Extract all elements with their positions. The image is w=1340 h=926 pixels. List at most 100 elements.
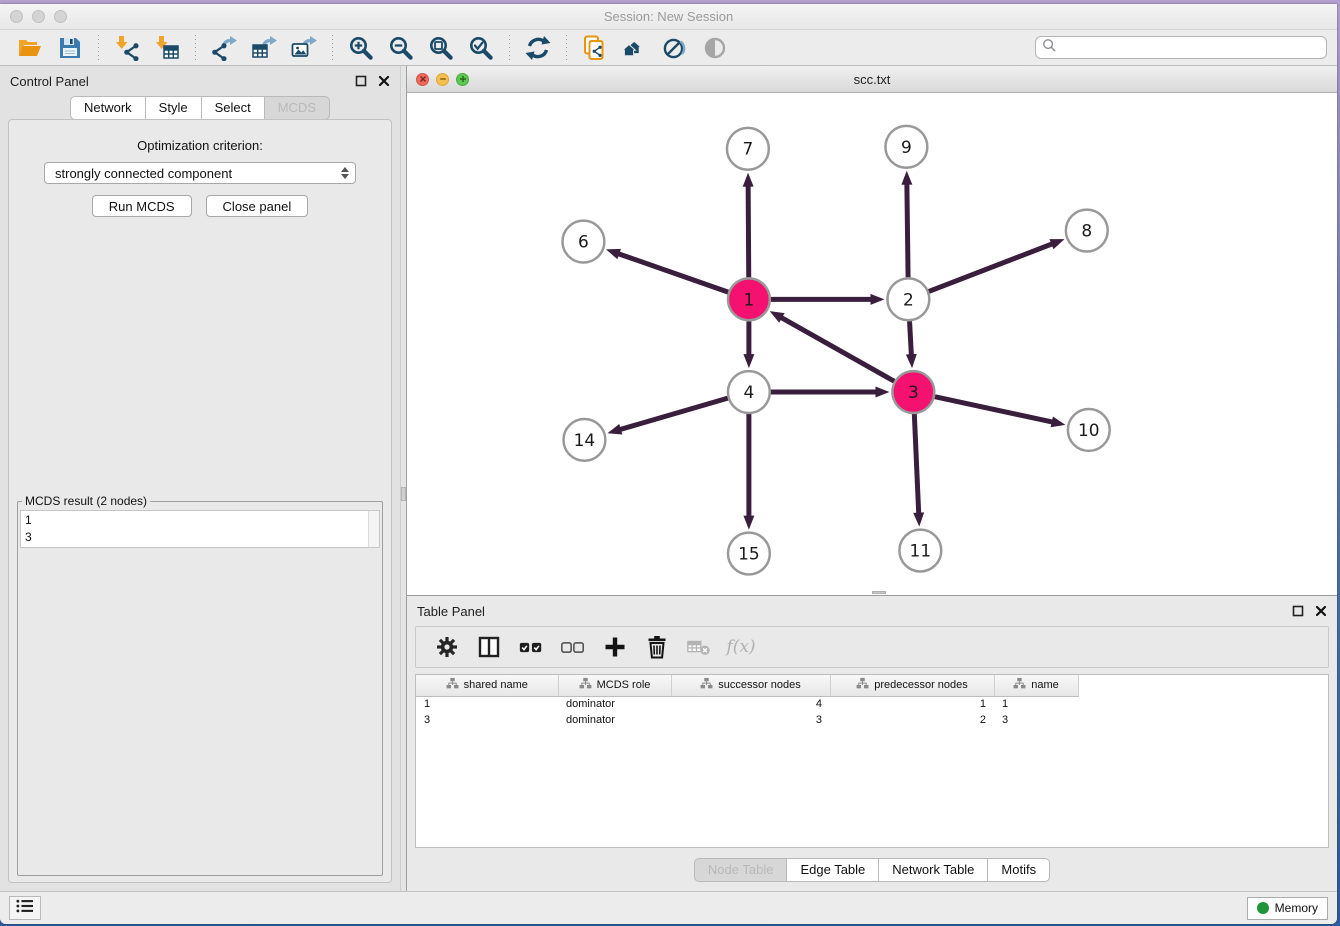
import-network-icon[interactable] xyxy=(112,34,142,62)
graph-edge-2-3[interactable] xyxy=(910,321,912,356)
tab-mcds[interactable]: MCDS xyxy=(265,96,330,120)
column-header-name[interactable]: name xyxy=(994,675,1078,696)
export-table-icon[interactable] xyxy=(249,34,279,62)
edge-arrowhead xyxy=(606,249,621,259)
table-cell[interactable]: 1 xyxy=(994,696,1078,712)
memory-button[interactable]: Memory xyxy=(1247,897,1328,920)
tab-style[interactable]: Style xyxy=(146,96,202,120)
tree-icon xyxy=(700,677,713,693)
zoom-fit-icon[interactable] xyxy=(426,34,456,62)
table-cell[interactable]: 3 xyxy=(994,712,1078,728)
tree-icon xyxy=(446,677,459,693)
gear-icon[interactable] xyxy=(432,633,462,661)
close-table-panel-icon[interactable] xyxy=(1314,605,1327,618)
edge-arrowhead xyxy=(743,173,754,187)
edge-arrowhead xyxy=(875,387,889,398)
graph-edge-1-7[interactable] xyxy=(748,185,749,278)
graph-node-label: 15 xyxy=(738,543,760,563)
refresh-icon[interactable] xyxy=(523,34,553,62)
home-icon[interactable] xyxy=(620,34,650,62)
optimization-select-value: strongly connected component xyxy=(55,166,341,181)
task-history-button[interactable] xyxy=(9,896,41,920)
column-header-shared-name[interactable]: shared name xyxy=(416,675,558,696)
search-box[interactable] xyxy=(1035,36,1327,59)
toolbar-separator xyxy=(509,35,510,61)
divider-grip[interactable] xyxy=(401,487,406,501)
zoom-out-icon[interactable] xyxy=(386,34,416,62)
close-window-icon[interactable] xyxy=(10,10,23,23)
graph-edge-3-1[interactable] xyxy=(780,317,894,381)
zoom-window-icon[interactable] xyxy=(54,10,67,23)
graph-edge-1-6[interactable] xyxy=(617,253,728,292)
network-window-title: scc.txt xyxy=(407,72,1337,87)
export-image-icon[interactable] xyxy=(289,34,319,62)
search-input[interactable] xyxy=(1061,41,1320,55)
tab-edge-table[interactable]: Edge Table xyxy=(787,858,879,882)
close-panel-icon[interactable] xyxy=(377,75,390,88)
tree-icon xyxy=(856,677,869,693)
float-table-panel-icon[interactable] xyxy=(1291,605,1304,618)
edge-arrowhead xyxy=(607,424,622,435)
node-table[interactable]: shared nameMCDS rolesuccessor nodesprede… xyxy=(415,674,1329,848)
table-cell[interactable]: dominator xyxy=(558,696,671,712)
canvas-resize-handle[interactable] xyxy=(872,591,886,594)
clone-network-icon[interactable] xyxy=(580,34,610,62)
deselect-all-icon[interactable] xyxy=(558,633,588,661)
select-all-icon[interactable] xyxy=(516,633,546,661)
table-tabs: Node TableEdge TableNetwork TableMotifs xyxy=(407,848,1337,891)
table-cell[interactable]: 3 xyxy=(416,712,558,728)
columns-icon[interactable] xyxy=(474,633,504,661)
status-bar: Memory xyxy=(0,891,1337,924)
tab-network-table[interactable]: Network Table xyxy=(879,858,988,882)
network-window-titlebar: scc.txt xyxy=(407,66,1337,93)
panel-divider[interactable] xyxy=(400,66,407,891)
minimize-window-icon[interactable] xyxy=(32,10,45,23)
graph-node-label: 2 xyxy=(903,289,914,309)
column-header-successor-nodes[interactable]: successor nodes xyxy=(671,675,830,696)
close-panel-button[interactable]: Close panel xyxy=(206,195,309,217)
open-session-icon[interactable] xyxy=(15,34,45,62)
tab-network[interactable]: Network xyxy=(70,96,146,120)
network-canvas[interactable]: 7968124314101511 xyxy=(407,93,1337,595)
table-cell[interactable]: 2 xyxy=(830,712,994,728)
table-row[interactable]: 1dominator411 xyxy=(416,696,1078,712)
edge-arrowhead xyxy=(913,512,924,526)
table-cell[interactable]: 4 xyxy=(671,696,830,712)
column-header-predecessor-nodes[interactable]: predecessor nodes xyxy=(830,675,994,696)
import-table-icon[interactable] xyxy=(152,34,182,62)
graph-edge-2-8[interactable] xyxy=(929,243,1053,291)
table-cell[interactable]: 1 xyxy=(416,696,558,712)
graph-node-label: 14 xyxy=(574,430,596,450)
zoom-selected-icon[interactable] xyxy=(466,34,496,62)
window-controls xyxy=(10,10,67,23)
graph-edge-3-11[interactable] xyxy=(914,414,918,515)
graph-edge-2-9[interactable] xyxy=(907,183,908,278)
export-network-icon[interactable] xyxy=(209,34,239,62)
add-icon[interactable] xyxy=(600,633,630,661)
tab-node-table[interactable]: Node Table xyxy=(694,858,788,882)
edge-arrowhead xyxy=(1049,239,1064,249)
table-cell[interactable]: 3 xyxy=(671,712,830,728)
save-session-icon[interactable] xyxy=(55,34,85,62)
tree-icon xyxy=(1013,677,1026,693)
delete-icon[interactable] xyxy=(642,633,672,661)
column-header-MCDS-role[interactable]: MCDS role xyxy=(558,675,671,696)
table-row[interactable]: 3dominator323 xyxy=(416,712,1078,728)
result-scrollbar[interactable] xyxy=(368,511,379,547)
graph-edge-3-10[interactable] xyxy=(935,397,1054,423)
control-panel: Control Panel NetworkStyleSelectMCDS Opt… xyxy=(0,66,400,891)
tab-motifs[interactable]: Motifs xyxy=(988,858,1050,882)
optimization-select[interactable]: strongly connected component xyxy=(44,162,356,184)
table-cell[interactable]: 1 xyxy=(830,696,994,712)
network-graph[interactable]: 7968124314101511 xyxy=(407,93,1337,594)
run-mcds-button[interactable]: Run MCDS xyxy=(92,195,192,217)
delete-table-icon xyxy=(684,633,714,661)
apply-style-icon[interactable] xyxy=(660,34,690,62)
graph-edge-4-14[interactable] xyxy=(619,398,728,430)
zoom-in-icon[interactable] xyxy=(346,34,376,62)
toolbar-icons xyxy=(10,34,735,62)
table-cell[interactable]: dominator xyxy=(558,712,671,728)
table-panel-header: Table Panel xyxy=(407,596,1337,626)
float-panel-icon[interactable] xyxy=(354,75,367,88)
tab-select[interactable]: Select xyxy=(202,96,265,120)
